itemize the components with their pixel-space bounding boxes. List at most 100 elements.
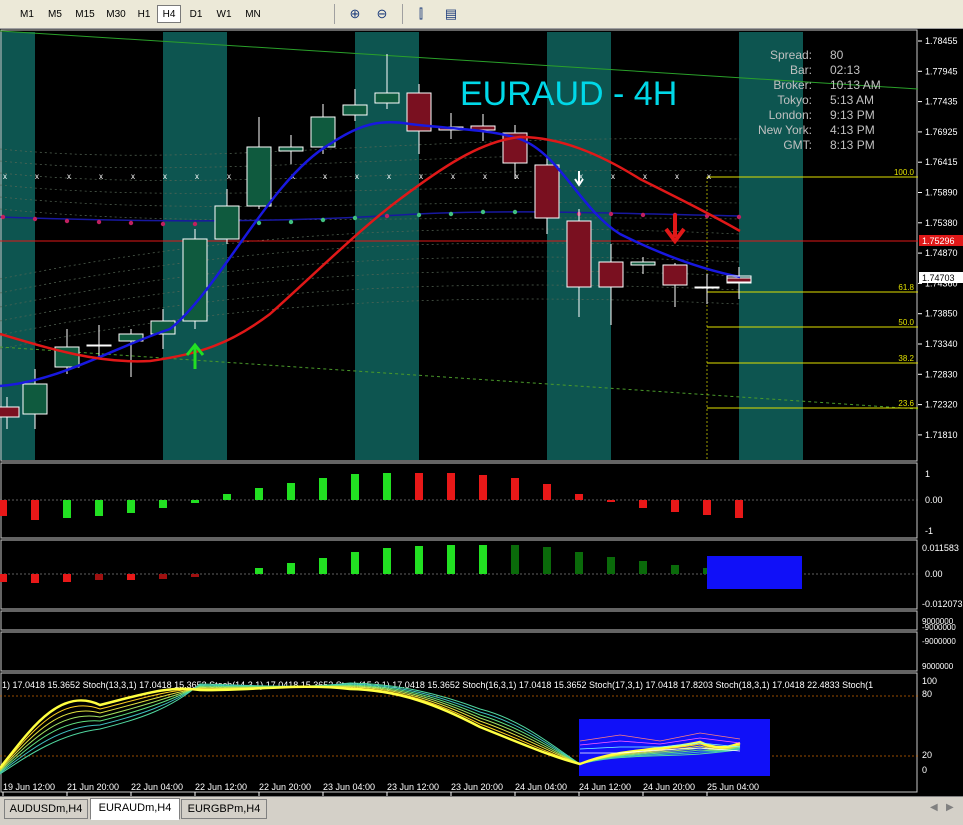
price-axis-label: 1.77435 xyxy=(925,97,958,107)
histogram-bar xyxy=(0,574,7,582)
histogram-bar xyxy=(159,574,167,579)
price-chart[interactable]: 100.061.850.038.223.6x x x x x x x x x x x x x x x x x x x… xyxy=(0,29,963,796)
timeframe-m30-button[interactable]: M30 xyxy=(101,5,131,23)
pivot-dot xyxy=(480,209,486,215)
histogram-bar xyxy=(255,568,263,574)
pivot-marker: x xyxy=(387,172,391,181)
pivot-marker: x xyxy=(99,172,103,181)
pivot-marker: x xyxy=(131,172,135,181)
histogram-bar xyxy=(319,558,327,574)
timeframe-mn-button[interactable]: MN xyxy=(240,5,266,23)
indicator-axis-label: 1 xyxy=(925,469,930,479)
fib-level-label: 61.8 xyxy=(898,283,914,292)
tab-audusd[interactable]: AUDUSDm,H4 xyxy=(4,799,88,819)
histogram-bar xyxy=(671,500,679,512)
info-panel-label: London: xyxy=(769,108,812,122)
chart-type-icon[interactable]: ⫿ xyxy=(410,4,432,24)
pivot-marker: x xyxy=(515,172,519,181)
histogram-bar xyxy=(607,557,615,574)
pivot-dot xyxy=(384,213,390,219)
pivot-marker: x xyxy=(323,172,327,181)
stoch-axis-label: 80 xyxy=(922,689,932,699)
pivot-dot xyxy=(128,220,134,226)
histogram-bar xyxy=(95,574,103,580)
timeframe-d1-button[interactable]: D1 xyxy=(184,5,208,23)
price-axis-label: 1.73850 xyxy=(925,309,958,319)
pivot-marker: x xyxy=(163,172,167,181)
bear-candle xyxy=(0,406,20,418)
time-axis-label: 24 Jun 20:00 xyxy=(643,782,695,792)
timeframe-w1-button[interactable]: W1 xyxy=(212,5,236,23)
pivot-dot xyxy=(192,221,198,227)
timeframe-m1-button[interactable]: M1 xyxy=(14,5,40,23)
info-panel-value: 9:13 PM xyxy=(830,108,875,122)
pivot-dot xyxy=(160,221,166,227)
timeframe-h1-button[interactable]: H1 xyxy=(132,5,156,23)
pivot-dot xyxy=(96,219,102,225)
red-line-price-label: 1.75296 xyxy=(922,236,955,246)
timeframe-m15-button[interactable]: M15 xyxy=(70,5,100,23)
toolbar-separator xyxy=(402,4,403,24)
histogram-bar xyxy=(191,500,199,503)
time-axis-label: 22 Jun 04:00 xyxy=(131,782,183,792)
pivot-dot xyxy=(256,220,262,226)
fib-level-label: 100.0 xyxy=(894,168,915,177)
tab-eurgbp[interactable]: EURGBPm,H4 xyxy=(181,799,267,819)
histogram-bar xyxy=(31,500,39,520)
histogram-bar xyxy=(479,475,487,500)
indicator-axis-label: 9000000 xyxy=(922,662,954,671)
stoch-axis-label: 20 xyxy=(922,750,932,760)
price-axis-label: 1.72830 xyxy=(925,369,958,379)
info-panel-label: Tokyo: xyxy=(777,93,812,107)
scroll-left-icon[interactable]: ◀ xyxy=(930,802,938,813)
pivot-marker: x xyxy=(227,172,231,181)
histogram-bar xyxy=(0,500,7,516)
pivot-marker: x xyxy=(675,172,679,181)
timeframe-m5-button[interactable]: M5 xyxy=(42,5,68,23)
time-axis-label: 22 Jun 12:00 xyxy=(195,782,247,792)
time-axis-label: 21 Jun 20:00 xyxy=(67,782,119,792)
price-axis-label: 1.77945 xyxy=(925,66,958,76)
histogram-bar xyxy=(159,500,167,508)
histogram-bar xyxy=(639,561,647,574)
histogram-bar xyxy=(127,574,135,580)
indicator-axis-label: -0.012073 xyxy=(922,599,963,609)
pivot-dot xyxy=(32,216,38,222)
histogram-bar xyxy=(735,500,743,518)
time-axis-label: 25 Jun 04:00 xyxy=(707,782,759,792)
bear-candle xyxy=(86,344,112,347)
bear-candle xyxy=(534,164,560,219)
stoch-header-label: 1) 17.0418 15.3652 Stoch(13,3,1) 17.0418… xyxy=(2,680,873,690)
pivot-marker: x xyxy=(35,172,39,181)
histogram-bar xyxy=(479,545,487,574)
pivot-marker: x xyxy=(355,172,359,181)
bear-candle xyxy=(694,286,720,289)
histogram-bar xyxy=(287,483,295,500)
timeframe-h4-button[interactable]: H4 xyxy=(157,5,181,23)
zoom-out-icon[interactable]: ⊖ xyxy=(371,4,393,24)
bull-candle xyxy=(342,104,368,116)
time-axis-label: 23 Jun 04:00 xyxy=(323,782,375,792)
pivot-dot xyxy=(640,212,646,218)
histogram-bar xyxy=(511,478,519,500)
pivot-marker: x xyxy=(67,172,71,181)
pivot-dot xyxy=(352,215,358,221)
histogram-bar xyxy=(191,574,199,577)
bull-candle xyxy=(214,205,240,240)
pivot-marker: x xyxy=(3,172,7,181)
histogram-bar xyxy=(575,552,583,574)
tab-euraud[interactable]: EURAUDm,H4 xyxy=(90,798,180,820)
info-panel-label: GMT: xyxy=(783,138,812,152)
info-panel-value: 8:13 PM xyxy=(830,138,875,152)
scroll-right-icon[interactable]: ▶ xyxy=(946,802,954,813)
price-axis-label: 1.72320 xyxy=(925,400,958,410)
zoom-in-icon[interactable]: ⊕ xyxy=(344,4,366,24)
indicator-axis-label: 0.011583 xyxy=(922,543,959,553)
histogram-bar xyxy=(639,500,647,508)
histogram-bar xyxy=(607,500,615,502)
histogram-bar xyxy=(543,484,551,500)
pivot-marker: x xyxy=(451,172,455,181)
histogram-bar xyxy=(671,565,679,574)
templates-icon[interactable]: ▤ xyxy=(436,4,466,24)
price-axis-label: 1.71810 xyxy=(925,430,958,440)
